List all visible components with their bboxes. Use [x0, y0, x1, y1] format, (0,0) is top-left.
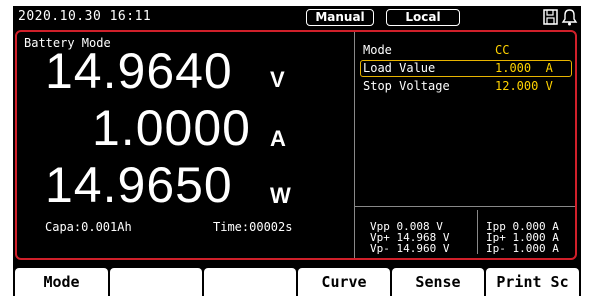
power-readout: 14.9650 — [45, 157, 233, 213]
param-load-value-label[interactable]: Load Value — [363, 60, 435, 76]
voltage-unit: V — [270, 67, 285, 92]
softkey-print-screen[interactable]: Print Sc — [486, 268, 579, 296]
divider — [354, 32, 355, 258]
current-readout: 1.0000 — [92, 100, 251, 156]
main-display-frame: Battery Mode 14.9640 V 1.0000 A 14.9650 … — [15, 30, 577, 260]
param-stop-voltage-value[interactable]: 12.000 V — [495, 78, 553, 94]
softkey-curve[interactable]: Curve — [298, 268, 390, 296]
softkey-blank-3[interactable] — [204, 268, 296, 296]
manual-badge: Manual — [306, 9, 374, 26]
datetime: 2020.10.30 16:11 — [18, 9, 152, 24]
instrument-screen: 2020.10.30 16:11 Manual Local Battery Mo… — [13, 6, 581, 296]
softkey-sense[interactable]: Sense — [392, 268, 484, 296]
capacity-readout: Capa:0.001Ah — [45, 220, 132, 234]
local-badge: Local — [386, 9, 460, 26]
save-icon — [543, 9, 558, 25]
vp-minus-readout: Vp- 14.960 V — [370, 242, 450, 255]
param-load-value-value[interactable]: 1.000 A — [495, 60, 553, 76]
status-bar: 2020.10.30 16:11 Manual Local — [13, 6, 581, 29]
power-unit: W — [270, 183, 291, 208]
ip-minus-readout: Ip- 1.000 A — [486, 242, 559, 255]
softkey-mode[interactable]: Mode — [15, 268, 108, 296]
param-stop-voltage-label[interactable]: Stop Voltage — [363, 78, 450, 94]
bell-icon — [561, 9, 578, 26]
divider — [477, 210, 478, 254]
softkey-bar: Mode Curve Sense Print Sc — [13, 268, 581, 296]
time-readout: Time:00002s — [213, 220, 293, 234]
status-icons — [543, 9, 578, 26]
current-unit: A — [270, 126, 286, 151]
softkey-blank-2[interactable] — [110, 268, 202, 296]
param-mode-label[interactable]: Mode — [363, 42, 392, 58]
divider — [354, 206, 575, 207]
voltage-readout: 14.9640 — [45, 43, 233, 99]
param-mode-value[interactable]: CC — [495, 42, 509, 58]
